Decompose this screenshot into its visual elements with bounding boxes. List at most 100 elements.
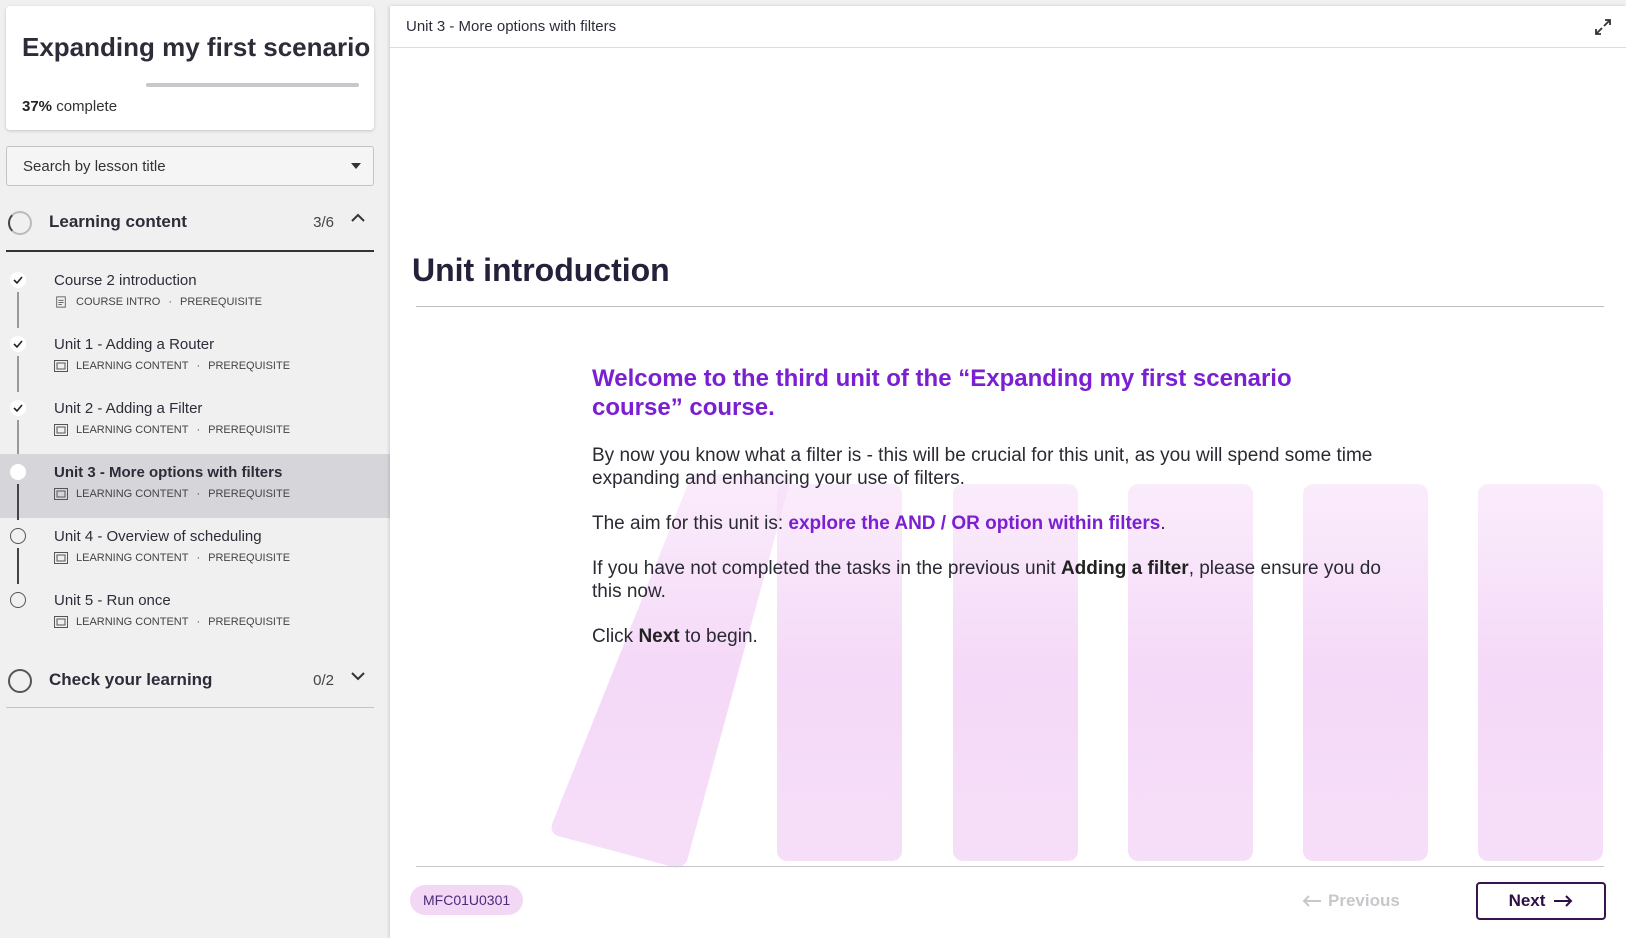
lesson-tag: PREREQUISITE (208, 488, 291, 500)
section-progress-ring-icon (8, 211, 32, 235)
begin-paragraph: Click Next to begin. (592, 625, 1382, 648)
slides-icon (54, 552, 68, 564)
progress-bar-fill (146, 83, 225, 87)
lesson-tag: PREREQUISITE (208, 360, 291, 372)
section-count: 0/2 (313, 672, 334, 689)
lesson-item-current[interactable]: Unit 3 - More options with filters LEARN… (0, 454, 390, 520)
section-check-your-learning[interactable]: Check your learning 0/2 (6, 654, 374, 708)
caret-down-icon (351, 163, 361, 169)
lesson-search-select[interactable]: Search by lesson title (6, 146, 374, 186)
slides-icon (54, 360, 68, 372)
meta-separator: · (168, 296, 173, 308)
lesson-meta: LEARNING CONTENT · PREREQUISITE (54, 360, 290, 372)
begin-prefix: Click (592, 626, 639, 647)
lesson-name: Unit 2 - Adding a Filter (54, 400, 203, 417)
check-icon (10, 400, 26, 416)
meta-separator: · (196, 552, 201, 564)
lesson-meta: LEARNING CONTENT · PREREQUISITE (54, 552, 290, 564)
previous-label: Previous (1328, 891, 1400, 910)
section-learning-content[interactable]: Learning content 3/6 (6, 196, 374, 252)
progress-suffix: complete (56, 98, 118, 115)
course-title: Expanding my first scenario (22, 32, 371, 62)
begin-bold: Next (638, 626, 680, 647)
lesson-content-panel: Unit 3 - More options with filters Unit … (390, 6, 1626, 938)
lesson-meta: LEARNING CONTENT · PREREQUISITE (54, 488, 290, 500)
lesson-name: Unit 3 - More options with filters (54, 464, 283, 481)
prereq-prefix: If you have not completed the tasks in t… (592, 558, 1061, 579)
lesson-item[interactable]: Unit 5 - Run once LEARNING CONTENT · PRE… (0, 582, 390, 646)
welcome-heading: Welcome to the third unit of the “Expand… (592, 365, 1292, 421)
open-circle-icon (10, 528, 26, 544)
open-circle-icon (10, 592, 26, 608)
next-button[interactable]: Next (1476, 882, 1606, 920)
lesson-meta: COURSE INTRO · PREREQUISITE (54, 296, 262, 308)
meta-separator: · (196, 360, 201, 372)
footer-divider (416, 866, 1604, 867)
progress-percent: 37% (22, 98, 53, 115)
lesson-name: Course 2 introduction (54, 272, 197, 289)
aim-paragraph: The aim for this unit is: explore the AN… (592, 512, 1382, 535)
lesson-name: Unit 1 - Adding a Router (54, 336, 215, 353)
lesson-type: LEARNING CONTENT (76, 616, 189, 628)
prerequisite-paragraph: If you have not completed the tasks in t… (592, 557, 1382, 603)
section-count: 3/6 (313, 214, 334, 231)
arrow-right-icon (1554, 895, 1573, 907)
page-title: Unit introduction (412, 252, 670, 288)
document-icon (56, 296, 66, 308)
lesson-name: Unit 5 - Run once (54, 592, 171, 609)
lesson-type: LEARNING CONTENT (76, 488, 189, 500)
chevron-down-icon[interactable] (350, 668, 366, 684)
meta-separator: · (196, 488, 201, 500)
timeline-connector (17, 356, 19, 392)
meta-separator: · (196, 424, 201, 436)
lesson-type: COURSE INTRO (76, 296, 161, 308)
lesson-body: Welcome to the third unit of the “Expand… (592, 364, 1382, 670)
lesson-code-badge: MFC01U0301 (410, 885, 524, 915)
progress-bar (146, 83, 359, 87)
lesson-type: LEARNING CONTENT (76, 424, 189, 436)
meta-separator: · (196, 616, 201, 628)
content-header: Unit 3 - More options with filters (390, 6, 1626, 48)
lesson-tag: PREREQUISITE (208, 616, 291, 628)
lesson-meta: LEARNING CONTENT · PREREQUISITE (54, 616, 290, 628)
aim-highlight: explore the AND / OR option within filte… (788, 513, 1161, 534)
course-progress-card: Expanding my first scenario 37% complete (6, 6, 374, 130)
slides-icon (54, 424, 68, 436)
aim-suffix: . (1160, 513, 1166, 534)
section-title: Check your learning (49, 670, 213, 689)
lesson-tag: PREREQUISITE (208, 552, 291, 564)
lesson-item[interactable]: Unit 2 - Adding a Filter LEARNING CONTEN… (0, 390, 390, 456)
arrow-left-icon (1302, 895, 1321, 907)
section-progress-ring-icon (8, 669, 32, 693)
breadcrumb: Unit 3 - More options with filters (406, 18, 617, 35)
aim-prefix: The aim for this unit is: (592, 513, 789, 534)
timeline-connector (17, 420, 19, 456)
lesson-item[interactable]: Course 2 introduction COURSE INTRO · PRE… (0, 262, 390, 328)
previous-button[interactable]: Previous (1302, 886, 1422, 916)
lesson-item[interactable]: Unit 4 - Overview of scheduling LEARNING… (0, 518, 390, 584)
current-lesson-dot-icon (10, 464, 26, 480)
timeline-connector (17, 292, 19, 328)
lesson-type: LEARNING CONTENT (76, 552, 189, 564)
section-title: Learning content (49, 212, 187, 231)
lesson-item[interactable]: Unit 1 - Adding a Router LEARNING CONTEN… (0, 326, 390, 392)
lesson-search-label: Search by lesson title (23, 158, 166, 175)
divider (416, 306, 1604, 307)
prereq-bold: Adding a filter (1060, 558, 1189, 579)
next-label: Next (1508, 891, 1546, 910)
progress-text: 37% complete (22, 98, 117, 115)
timeline-connector (17, 484, 19, 520)
chevron-up-icon[interactable] (350, 210, 366, 226)
begin-suffix: to begin. (679, 626, 758, 647)
lesson-tag: PREREQUISITE (208, 424, 291, 436)
course-sidebar: Expanding my first scenario 37% complete… (0, 0, 390, 938)
fullscreen-icon[interactable] (1594, 18, 1612, 36)
lesson-tag: PREREQUISITE (180, 296, 262, 308)
slides-icon (54, 488, 68, 500)
lesson-name: Unit 4 - Overview of scheduling (54, 528, 262, 545)
slides-icon (54, 616, 68, 628)
timeline-connector (17, 548, 19, 584)
lesson-meta: LEARNING CONTENT · PREREQUISITE (54, 424, 290, 436)
lesson-type: LEARNING CONTENT (76, 360, 189, 372)
decorative-stripe (1478, 484, 1603, 861)
